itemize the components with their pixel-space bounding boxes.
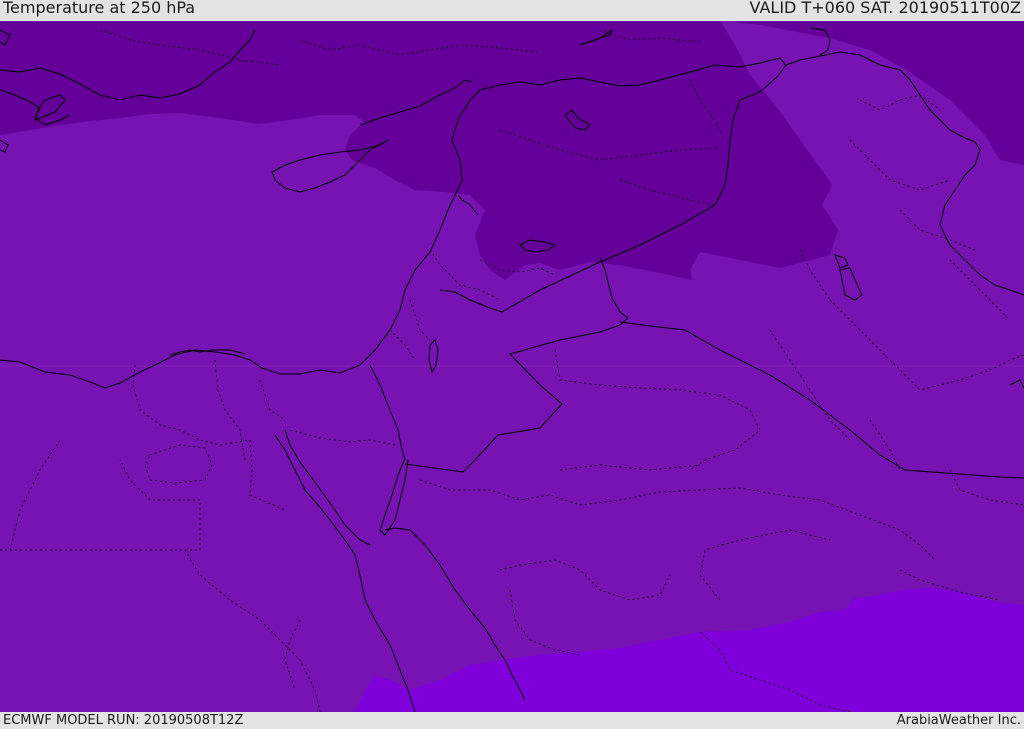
model-run-label: ECMWF MODEL RUN: 20190508T12Z <box>3 713 244 728</box>
footer-bar: ECMWF MODEL RUN: 20190508T12Z ArabiaWeat… <box>0 712 1024 729</box>
map-canvas <box>0 21 1024 712</box>
temperature-map-svg <box>0 21 1024 712</box>
map-title: Temperature at 250 hPa <box>3 0 196 17</box>
brand-label: ArabiaWeather Inc. <box>896 713 1021 728</box>
header-bar: Temperature at 250 hPa VALID T+060 SAT. … <box>0 0 1024 21</box>
valid-time-label: VALID T+060 SAT. 20190511T00Z <box>749 0 1021 17</box>
map-frame: Temperature at 250 hPa VALID T+060 SAT. … <box>0 0 1024 729</box>
